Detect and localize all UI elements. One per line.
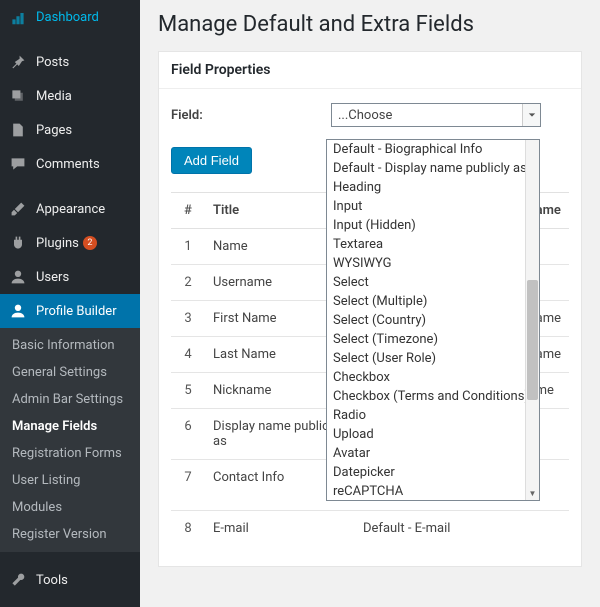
sidebar-item-label: Profile Builder: [36, 304, 117, 319]
sidebar-item-label: Pages: [36, 123, 72, 138]
dropdown-option[interactable]: Avatar: [327, 444, 539, 463]
cell-number: 4: [171, 337, 205, 373]
plug-icon: [8, 233, 28, 253]
cell-number: 3: [171, 301, 205, 337]
sidebar-item-appearance[interactable]: Appearance: [0, 192, 140, 226]
sidebar-item-label: Dashboard: [36, 10, 99, 25]
dropdown-option[interactable]: Select (Multiple): [327, 292, 539, 311]
sidebar-item-label: Posts: [36, 55, 69, 70]
scrollbar-down-arrow[interactable]: ▼: [526, 486, 539, 500]
cell-title: E-mail: [205, 511, 355, 547]
scrollbar-thumb[interactable]: [527, 280, 538, 400]
cell-number: 1: [171, 229, 205, 265]
sidebar-item-dashboard[interactable]: Dashboard: [0, 0, 140, 34]
sidebar-item-media[interactable]: Media: [0, 79, 140, 113]
media-icon: [8, 86, 28, 106]
dropdown-option[interactable]: Select (User Role): [327, 349, 539, 368]
sidebar-item-label: Comments: [36, 157, 100, 172]
dropdown-option[interactable]: Select: [327, 273, 539, 292]
submenu-register-version[interactable]: Register Version: [0, 521, 140, 548]
field-selector-row: Field: ...Choose: [171, 103, 569, 127]
sidebar-item-label: Tools: [36, 573, 68, 588]
cell-number: 7: [171, 460, 205, 511]
submenu-admin-bar-settings[interactable]: Admin Bar Settings: [0, 386, 140, 413]
brush-icon: [8, 199, 28, 219]
sidebar-item-settings[interactable]: Settings: [0, 597, 140, 607]
select-value: ...Choose: [338, 108, 392, 123]
dropdown-option[interactable]: WYSIWYG: [327, 254, 539, 273]
field-type-select[interactable]: ...Choose: [331, 103, 541, 127]
cell-number: 5: [171, 373, 205, 409]
sidebar-item-tools[interactable]: Tools: [0, 563, 140, 597]
comment-icon: [8, 154, 28, 174]
user-icon: [8, 301, 28, 321]
sidebar-item-label: Plugins: [36, 236, 79, 251]
field-label: Field:: [171, 108, 331, 123]
admin-sidebar: Dashboard Posts Media Pages Comments App…: [0, 0, 140, 607]
dropdown-option[interactable]: Default - Biographical Info: [327, 140, 539, 159]
main-content: Manage Default and Extra Fields Field Pr…: [140, 0, 600, 607]
submenu-manage-fields[interactable]: Manage Fields: [0, 413, 140, 440]
wrench-icon: [8, 570, 28, 590]
dropdown-option[interactable]: Textarea: [327, 235, 539, 254]
col-number: #: [171, 193, 205, 229]
field-type-dropdown: Default - Biographical InfoDefault - Dis…: [326, 139, 540, 501]
sidebar-item-pages[interactable]: Pages: [0, 113, 140, 147]
sidebar-item-users[interactable]: Users: [0, 260, 140, 294]
table-row[interactable]: 8E-mailDefault - E-mail: [171, 511, 569, 547]
sidebar-item-label: Appearance: [36, 202, 105, 217]
dropdown-option[interactable]: Radio: [327, 406, 539, 425]
dropdown-option[interactable]: Select (Timezone): [327, 330, 539, 349]
dropdown-option[interactable]: Heading: [327, 178, 539, 197]
panel-heading: Field Properties: [159, 52, 581, 89]
sidebar-item-comments[interactable]: Comments: [0, 147, 140, 181]
dropdown-option[interactable]: reCAPTCHA: [327, 482, 539, 500]
dropdown-option[interactable]: Upload: [327, 425, 539, 444]
dashboard-icon: [8, 7, 28, 27]
dropdown-option[interactable]: Checkbox: [327, 368, 539, 387]
cell-meta: [528, 511, 569, 547]
cell-number: 8: [171, 511, 205, 547]
plugins-update-badge: 2: [83, 236, 97, 250]
sidebar-item-posts[interactable]: Posts: [0, 45, 140, 79]
dropdown-option[interactable]: Default - Display name publicly as: [327, 159, 539, 178]
dropdown-scrollbar[interactable]: ▼: [525, 140, 539, 500]
page-title: Manage Default and Extra Fields: [158, 0, 582, 51]
pages-icon: [8, 120, 28, 140]
cell-number: 2: [171, 265, 205, 301]
submenu-modules[interactable]: Modules: [0, 494, 140, 521]
submenu-registration-forms[interactable]: Registration Forms: [0, 440, 140, 467]
cell-type: Default - E-mail: [355, 511, 528, 547]
dropdown-option[interactable]: Select (Country): [327, 311, 539, 330]
dropdown-option[interactable]: Checkbox (Terms and Conditions): [327, 387, 539, 406]
dropdown-option[interactable]: Input: [327, 197, 539, 216]
user-icon: [8, 267, 28, 287]
submenu-general-settings[interactable]: General Settings: [0, 359, 140, 386]
submenu-user-listing[interactable]: User Listing: [0, 467, 140, 494]
sidebar-item-plugins[interactable]: Plugins 2: [0, 226, 140, 260]
sidebar-item-label: Media: [36, 89, 72, 104]
profile-builder-submenu: Basic Information General Settings Admin…: [0, 328, 140, 552]
submenu-basic-information[interactable]: Basic Information: [0, 332, 140, 359]
add-field-button[interactable]: Add Field: [171, 147, 252, 174]
dropdown-option[interactable]: Datepicker: [327, 463, 539, 482]
chevron-down-icon: [522, 104, 540, 126]
sidebar-item-label: Users: [36, 270, 69, 285]
dropdown-option[interactable]: Input (Hidden): [327, 216, 539, 235]
cell-number: 6: [171, 409, 205, 460]
pin-icon: [8, 52, 28, 72]
sidebar-item-profile-builder[interactable]: Profile Builder: [0, 294, 140, 328]
